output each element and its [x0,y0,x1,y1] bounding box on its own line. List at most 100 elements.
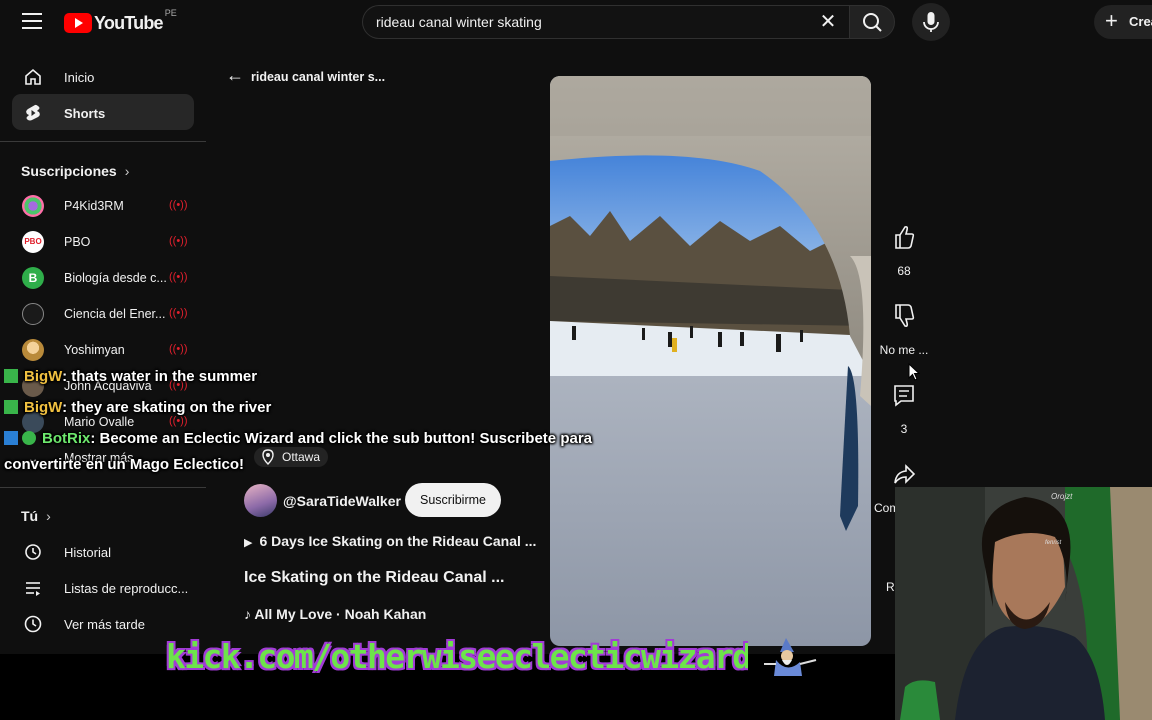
dislike-button[interactable] [882,297,926,335]
subscribe-button[interactable]: Suscribirme [405,483,501,517]
live-indicator-icon: ((•)) [169,415,188,427]
sidebar-item-label: Listas de reproducc... [64,581,189,596]
chevron-right-icon: › [124,163,130,179]
search-icon [863,13,882,32]
subscription-item[interactable]: PBO PBO ((•)) [12,223,194,259]
like-count: 68 [897,264,911,278]
search-button[interactable] [849,5,895,39]
playlist-title: 6 Days Ice Skating on the Rideau Canal .… [259,533,537,549]
channel-avatar [22,303,44,325]
back-title: rideau canal winter s... [251,70,386,84]
playlist-link[interactable]: ▶ 6 Days Ice Skating on the Rideau Canal … [244,533,536,549]
chat-text: : they are skating on the river [62,399,272,416]
sidebar-divider [0,141,206,142]
music-link[interactable]: ♪ All My Love · Noah Kahan [244,606,426,622]
sidebar-item-shorts[interactable]: Shorts [12,94,194,130]
youtube-logo[interactable]: YouTube PE [64,8,177,34]
youtube-play-icon [64,13,92,33]
chat-message-continuation: convertirte en un Mago Eclectico! [4,456,245,473]
country-code: PE [164,8,177,18]
chat-text: : Become an Eclectic Wizard and click th… [90,430,593,447]
create-label: Crear [1129,14,1152,29]
channel-avatar: B [22,267,44,289]
location-label: Ottawa [282,450,321,464]
sidebar-item-label: Historial [64,545,111,560]
you-header[interactable]: Tú › [21,508,51,524]
history-icon [25,544,41,560]
plus-icon: + [1105,8,1118,33]
music-note-icon: ♪ [244,606,255,622]
mouse-cursor-icon [908,363,920,381]
playlists-icon [26,582,40,596]
location-pin-icon [262,449,274,465]
webcam-frame [895,487,1152,720]
music-title: All My Love · Noah Kahan [254,606,427,622]
chat-message: BigW: thats water in the summer [4,368,257,385]
sidebar-item-label: Shorts [64,106,106,121]
subscriptions-title: Suscripciones [21,163,117,179]
play-icon: ▶ [244,537,253,549]
verified-badge-icon [22,431,36,445]
remix-label: R [886,580,895,594]
bot-badge-icon [4,431,18,445]
clear-search-icon[interactable]: ✕ [819,12,837,32]
kick-url-banner: kick.com/otherwiseeclecticwizard [166,637,748,676]
sidebar-item-home[interactable]: Inicio [12,58,194,94]
subscription-item[interactable]: Yoshimyan ((•)) [12,331,194,367]
chat-username: BigW [24,399,63,416]
subscription-item[interactable]: Ciencia del Ener... ((•)) [12,295,194,331]
sidebar-item-watch-later[interactable]: Ver más tarde [12,605,194,641]
channel-avatar [22,339,44,361]
live-indicator-icon: ((•)) [169,235,188,247]
subscription-name: P4Kid3RM [64,199,124,213]
voice-search-button[interactable] [912,3,950,41]
subscription-item[interactable]: B Biología desde c... ((•)) [12,259,194,295]
shorts-icon [26,104,40,121]
live-indicator-icon: ((•)) [169,271,188,283]
live-indicator-icon: ((•)) [169,199,188,211]
live-indicator-icon: ((•)) [169,307,188,319]
chat-message: BigW: they are skating on the river [4,399,271,416]
menu-icon[interactable] [22,13,42,31]
chat-username: BotRix [42,430,91,447]
you-title: Tú [21,508,39,524]
microphone-icon [923,12,939,32]
chat-text: : thats water in the summer [62,368,258,385]
watch-later-icon [24,615,42,633]
video-title: Ice Skating on the Rideau Canal ... [244,569,505,586]
thumbs-up-icon [895,226,915,249]
create-button[interactable]: + Crear [1094,5,1152,39]
sidebar-item-label: Inicio [64,70,95,85]
chevron-right-icon: › [46,508,51,524]
channel-avatar[interactable] [244,484,277,517]
shorts-video-player[interactable] [550,76,871,646]
search-box [362,5,849,39]
chat-username: BigW [24,368,63,385]
comment-count: 3 [900,422,908,436]
webcam-watermark: Orojzt [1051,492,1073,501]
thumbs-down-icon [895,304,915,327]
subscriptions-header[interactable]: Suscripciones › [21,163,129,179]
comment-icon [894,385,914,407]
top-bar: YouTube PE ✕ + Crear [0,0,1152,46]
sidebar-item-playlists[interactable]: Listas de reproducc... [12,569,194,605]
video-frame [550,76,871,646]
search-input[interactable] [376,14,806,30]
subscription-name: Mario Ovalle [64,415,135,429]
sidebar: Inicio Shorts Suscripciones › P4Kid3RM ((… [0,56,206,656]
subscription-name: PBO [64,235,91,249]
channel-avatar: PBO [22,231,44,253]
subscription-item[interactable]: P4Kid3RM ((•)) [12,187,194,223]
sidebar-item-history[interactable]: Historial [12,533,194,569]
comments-button[interactable] [882,376,926,414]
location-chip[interactable]: Ottawa [254,447,329,467]
channel-name[interactable]: @SaraTideWalker [283,493,401,509]
sidebar-item-label: Ver más tarde [64,617,145,632]
back-arrow-icon: ← [226,65,244,85]
streamer-webcam: Orojzt fenrist [895,487,1152,720]
sidebar-divider [0,487,206,488]
subscription-name: Biología desde c... [64,271,167,285]
like-button[interactable] [882,218,926,256]
dislike-label: No me ... [879,343,929,357]
chat-message: BotRix: Become an Eclectic Wizard and cl… [4,430,592,447]
